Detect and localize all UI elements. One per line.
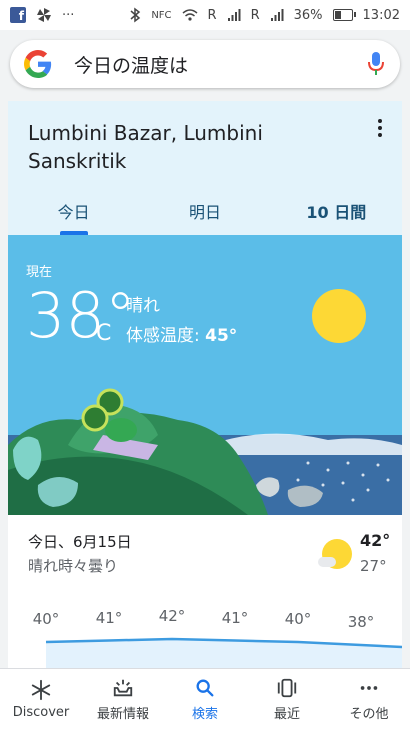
feels-like: 体感温度: 45° <box>126 321 237 346</box>
tab-tomorrow[interactable]: 明日 <box>139 189 270 235</box>
tab-10-day[interactable]: 10 日間 <box>271 189 402 235</box>
battery-icon <box>332 9 356 21</box>
forecast-date: 今日、6月15日 <box>28 533 132 551</box>
wifi-icon <box>182 9 198 21</box>
pinwheel-icon <box>37 8 51 22</box>
hourly-temp-label: 41° <box>221 608 249 627</box>
dot <box>378 126 382 130</box>
more-icon <box>360 686 378 690</box>
hourly-temperature-graph: 40° 41° 42° 41° 40° 38° <box>8 599 402 671</box>
nav-label: その他 <box>349 707 389 722</box>
search-bar[interactable]: 今日の温度は <box>10 40 400 88</box>
updates-icon <box>113 679 133 697</box>
hourly-temp-label: 41° <box>95 608 123 627</box>
nav-search[interactable]: 検索 <box>164 669 246 730</box>
microphone-icon[interactable] <box>366 50 386 78</box>
status-bar-left: f ··· <box>10 7 74 23</box>
dot <box>378 119 382 123</box>
landscape-illustration <box>8 388 402 515</box>
recent-icon <box>277 678 297 698</box>
nav-updates[interactable]: 最新情報 <box>82 669 164 730</box>
forecast-low: 27° <box>360 557 387 575</box>
location-title: Lumbini Bazar, Lumbini Sanskritik <box>28 121 263 173</box>
more-icon: ··· <box>62 7 75 23</box>
forecast-high: 42° <box>360 531 391 550</box>
more-options-button[interactable] <box>372 119 388 143</box>
tab-today[interactable]: 今日 <box>8 189 139 235</box>
bluetooth-icon <box>130 7 141 23</box>
facebook-icon: f <box>10 7 26 23</box>
roaming-indicator: R <box>250 7 260 23</box>
nfc-icon: NFC <box>151 9 172 21</box>
nav-label: 最新情報 <box>96 707 149 722</box>
status-time: 13:02 <box>362 7 400 23</box>
bottom-navigation: Discover 最新情報 検索 最近 その他 <box>0 668 410 730</box>
dot <box>378 133 382 137</box>
nav-label: Discover <box>12 705 70 720</box>
temperature-unit[interactable]: C <box>96 321 111 346</box>
hourly-temp-label: 40° <box>284 610 312 628</box>
signal-icon <box>270 9 284 21</box>
search-icon <box>196 679 214 697</box>
google-logo-icon[interactable] <box>24 50 52 78</box>
signal-icon <box>227 9 241 21</box>
feels-like-label: 体感温度: <box>126 326 206 346</box>
current-temperature: 38° <box>26 279 136 352</box>
status-bar-right: NFC R R 36% 13:02 <box>129 7 400 23</box>
weather-condition: 晴れ <box>126 296 160 316</box>
weather-card: Lumbini Bazar, Lumbini Sanskritik 今日 明日 … <box>8 101 402 671</box>
hourly-temp-label: 40° <box>32 610 60 628</box>
nav-more[interactable]: その他 <box>328 669 410 730</box>
current-label: 現在 <box>26 265 53 280</box>
cloud-icon <box>318 557 336 567</box>
weather-scene: 現在 38° C 晴れ 体感温度: 45° <box>8 235 402 515</box>
nav-label: 検索 <box>191 707 218 722</box>
forecast-description: 晴れ時々曇り <box>28 557 119 575</box>
nav-label: 最近 <box>273 707 300 722</box>
weather-tabs: 今日 明日 10 日間 <box>8 189 402 235</box>
today-forecast[interactable]: 今日、6月15日 晴れ時々曇り 42° 27° 40° 41° 42° 41° 40° 3… <box>8 515 402 671</box>
nav-recent[interactable]: 最近 <box>246 669 328 730</box>
roaming-indicator: R <box>207 7 217 23</box>
feels-like-value: 45° <box>205 326 238 346</box>
sun-icon <box>312 289 366 343</box>
temperature-line-chart <box>45 637 402 671</box>
hourly-temp-label: 42° <box>158 607 186 625</box>
search-query[interactable]: 今日の温度は <box>74 51 366 78</box>
asterisk-icon <box>31 679 51 701</box>
status-bar: f ··· NFC R R 36% 13:02 <box>0 0 410 30</box>
battery-percent: 36% <box>293 7 323 23</box>
nav-discover[interactable]: Discover <box>0 669 82 730</box>
hourly-temp-label: 38° <box>347 613 375 631</box>
